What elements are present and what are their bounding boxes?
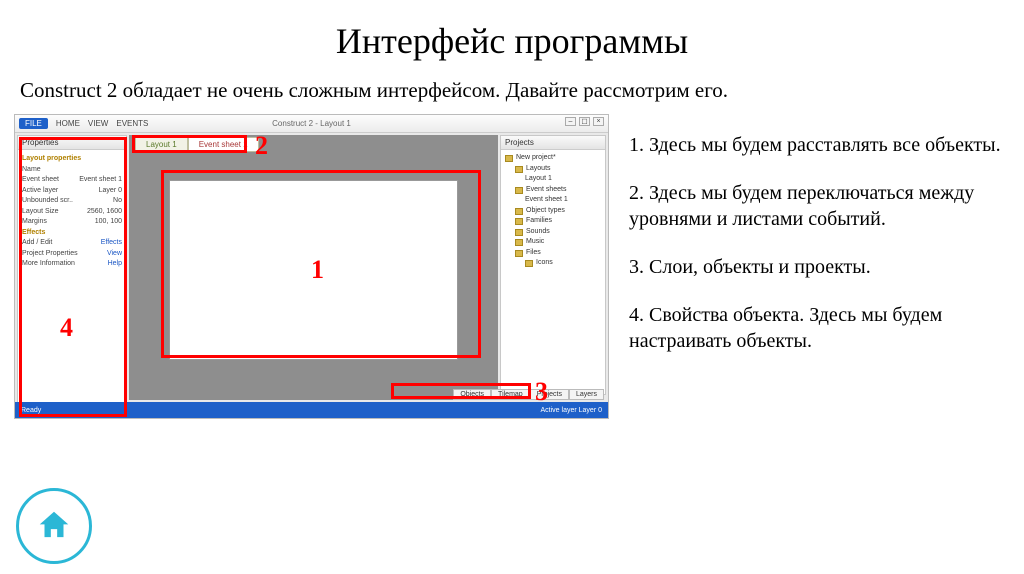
folder-icon — [505, 155, 513, 162]
prop-moreinfo-val[interactable]: Help — [108, 259, 122, 270]
prop-unbounded-val[interactable]: No — [113, 196, 122, 207]
folder-icon — [515, 218, 523, 225]
prop-layoutsize-val[interactable]: 2560, 1600 — [87, 207, 122, 218]
maximize-icon[interactable]: ☐ — [579, 117, 590, 126]
tab-eventsheet[interactable]: Event sheet 1 — [188, 137, 259, 152]
tree-sounds[interactable]: Sounds — [505, 227, 601, 238]
tree-root[interactable]: New project* — [505, 153, 601, 164]
folder-icon — [515, 229, 523, 236]
tree-families[interactable]: Families — [505, 216, 601, 227]
explanation-block: 1. Здесь мы будем расставлять все объект… — [629, 114, 1010, 419]
prop-projprops-val[interactable]: View — [107, 249, 122, 260]
tree-icons[interactable]: Icons — [505, 258, 601, 269]
slide-title: Интерфейс программы — [0, 0, 1024, 72]
menu-view[interactable]: VIEW — [88, 119, 108, 128]
callout-number-3: 3 — [535, 377, 548, 407]
prop-addedit-key: Add / Edit — [22, 238, 52, 249]
explain-3: 3. Слои, объекты и проекты. — [629, 254, 1010, 280]
folder-icon — [515, 239, 523, 246]
tree-eventsheets[interactable]: Event sheets — [505, 185, 601, 196]
menu-events[interactable]: EVENTS — [116, 119, 148, 128]
explain-1: 1. Здесь мы будем расставлять все объект… — [629, 132, 1010, 158]
btab-tilemap[interactable]: Tilemap — [491, 389, 530, 400]
tree-files[interactable]: Files — [505, 248, 601, 259]
folder-icon — [515, 187, 523, 194]
projects-title: Projects — [501, 136, 605, 150]
prop-margins-key: Margins — [22, 217, 47, 228]
tree-layouts[interactable]: Layouts — [505, 164, 601, 175]
properties-title: Properties — [18, 136, 126, 150]
explain-2: 2. Здесь мы будем переключаться между ур… — [629, 180, 1010, 232]
app-screenshot: FILE HOME VIEW EVENTS Construct 2 - Layo… — [14, 114, 609, 419]
prop-unbounded-key: Unbounded scr.. — [22, 196, 73, 207]
tree-music[interactable]: Music — [505, 237, 601, 248]
app-toolbar: FILE HOME VIEW EVENTS Construct 2 - Layo… — [15, 115, 608, 133]
callout-number-1: 1 — [311, 255, 324, 285]
prop-eventsheet-val[interactable]: Event sheet 1 — [79, 175, 122, 186]
btab-objects[interactable]: Objects — [453, 389, 491, 400]
folder-icon — [515, 250, 523, 257]
prop-addedit-val[interactable]: Effects — [101, 238, 122, 249]
menu-home[interactable]: HOME — [56, 119, 80, 128]
tree-layout1[interactable]: Layout 1 — [505, 174, 601, 185]
prop-eventsheet-key: Event sheet — [22, 175, 59, 186]
close-icon[interactable]: × — [593, 117, 604, 126]
folder-icon — [525, 260, 533, 267]
prop-activelayer-key: Active layer — [22, 186, 58, 197]
tab-layout[interactable]: Layout 1 — [135, 137, 188, 152]
folder-icon — [515, 166, 523, 173]
properties-panel: Properties Layout properties Name Event … — [17, 135, 127, 417]
minimize-icon[interactable]: – — [565, 117, 576, 126]
home-icon — [35, 507, 73, 545]
tree-objecttypes[interactable]: Object types — [505, 206, 601, 217]
prop-name-key: Name — [22, 165, 41, 176]
explain-4: 4. Свойства объекта. Здесь мы будем наст… — [629, 302, 1010, 354]
status-right: Active layer Layer 0 — [541, 407, 602, 414]
bottom-tabs: Objects Tilemap Projects Layers — [453, 389, 604, 400]
callout-number-4: 4 — [60, 313, 73, 343]
window-title: Construct 2 - Layout 1 — [272, 119, 351, 128]
btab-layers[interactable]: Layers — [569, 389, 604, 400]
projects-panel: Projects New project* Layouts Layout 1 E… — [500, 135, 606, 395]
prop-margins-val[interactable]: 100, 100 — [95, 217, 122, 228]
folder-icon — [515, 208, 523, 215]
callout-number-2: 2 — [255, 131, 268, 161]
prop-moreinfo-key: More Information — [22, 259, 75, 270]
prop-activelayer-val[interactable]: Layer 0 — [99, 186, 122, 197]
file-button[interactable]: FILE — [19, 118, 48, 129]
slide-subtitle: Construct 2 обладает не очень сложным ин… — [0, 72, 1024, 114]
prop-projprops-key: Project Properties — [22, 249, 78, 260]
props-section: Layout properties — [22, 154, 122, 165]
tree-esheet1[interactable]: Event sheet 1 — [505, 195, 601, 206]
status-bar: Ready Active layer Layer 0 — [15, 402, 608, 418]
prop-effects-key: Effects — [22, 228, 122, 239]
home-button[interactable] — [16, 488, 92, 564]
status-left: Ready — [21, 407, 41, 414]
prop-layoutsize-key: Layout Size — [22, 207, 59, 218]
